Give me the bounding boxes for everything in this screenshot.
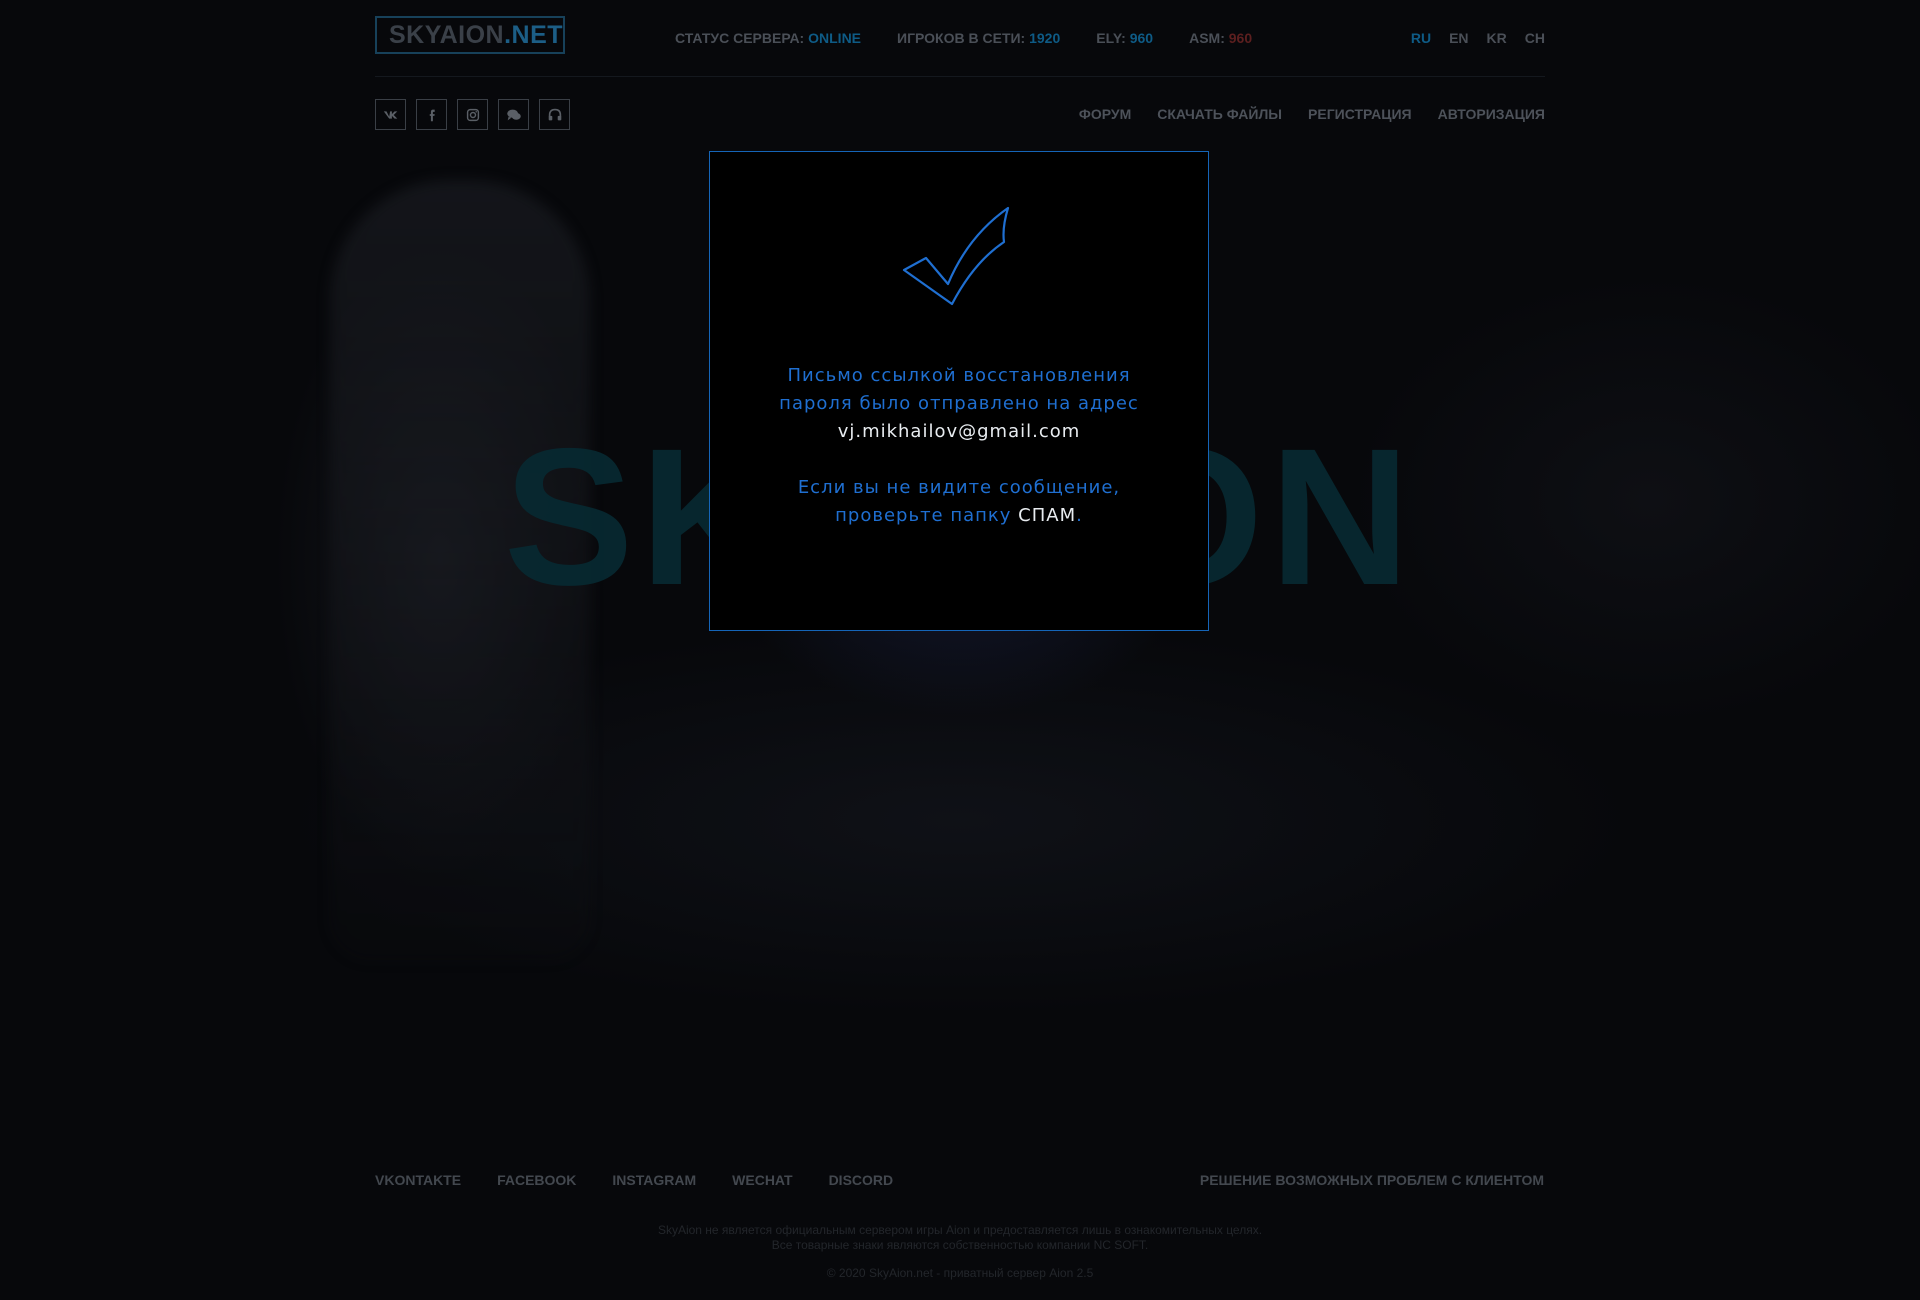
modal-line-4-prefix: проверьте папку — [835, 505, 1019, 526]
footer-link-facebook[interactable]: FACEBOOK — [497, 1172, 576, 1188]
site-logo[interactable]: SKYAION.NET — [375, 16, 565, 54]
checkmark-icon — [902, 206, 1010, 306]
ely-count: ELY: 960 — [1096, 30, 1153, 46]
asm-count: ASM: 960 — [1189, 30, 1252, 46]
players-online-value: 1920 — [1029, 30, 1061, 46]
modal-line-1: Письмо ссылкой восстановления — [787, 365, 1131, 386]
logo-main-text: SKYAION — [389, 21, 505, 49]
instagram-icon[interactable] — [457, 99, 488, 130]
server-status-label: СТАТУС СЕРВЕРА: — [675, 30, 805, 46]
modal-spam-highlight: СПАМ — [1018, 505, 1077, 526]
footer-copyright: © 2020 SkyAion.net - приватный сервер Ai… — [826, 1266, 1094, 1280]
footer-social-links: VKONTAKTE FACEBOOK INSTAGRAM WECHAT DISC… — [375, 1172, 893, 1188]
vk-icon[interactable] — [375, 99, 406, 130]
nav-download-files[interactable]: СКАЧАТЬ ФАЙЛЫ — [1157, 106, 1282, 122]
footer-link-vkontakte[interactable]: VKONTAKTE — [375, 1172, 461, 1188]
ely-label: ELY: — [1096, 30, 1126, 46]
footer-support-link[interactable]: РЕШЕНИЕ ВОЗМОЖНЫХ ПРОБЛЕМ С КЛИЕНТОМ — [1200, 1172, 1544, 1188]
asm-value: 960 — [1228, 30, 1253, 46]
ely-value: 960 — [1129, 30, 1154, 46]
logo-suffix-text: .NET — [504, 21, 564, 49]
modal-line-4-suffix: . — [1076, 505, 1083, 526]
facebook-icon[interactable] — [416, 99, 447, 130]
nav-forum[interactable]: ФОРУМ — [1079, 106, 1131, 122]
nav-login[interactable]: АВТОРИЗАЦИЯ — [1438, 106, 1545, 122]
footer-link-wechat[interactable]: WECHAT — [732, 1172, 792, 1188]
footer-disclaimer-2: Все товарные знаки являются собственност… — [771, 1238, 1149, 1252]
modal-line-2: пароля было отправлено на адрес — [779, 393, 1139, 414]
server-status-value: ONLINE — [808, 30, 862, 46]
language-switcher: RU EN KR CH — [1411, 30, 1545, 46]
modal-line-3: Если вы не видите сообщение, — [797, 477, 1121, 498]
players-online: ИГРОКОВ В СЕТИ: 1920 — [897, 30, 1060, 46]
lang-ru[interactable]: RU — [1411, 30, 1431, 46]
modal-line-4: проверьте папку СПАМ. — [710, 502, 1208, 530]
main-nav: ФОРУМ СКАЧАТЬ ФАЙЛЫ РЕГИСТРАЦИЯ АВТОРИЗА… — [1079, 106, 1545, 122]
headset-icon[interactable] — [539, 99, 570, 130]
server-status: СТАТУС СЕРВЕРА: ONLINE — [675, 30, 861, 46]
modal-email: vj.mikhailov@gmail.com — [837, 421, 1081, 442]
footer-link-instagram[interactable]: INSTAGRAM — [612, 1172, 696, 1188]
lang-ch[interactable]: CH — [1525, 30, 1545, 46]
asm-label: ASM: — [1189, 30, 1225, 46]
footer-link-discord[interactable]: DISCORD — [829, 1172, 894, 1188]
top-bar: SKYAION.NET СТАТУС СЕРВЕРА: ONLINE ИГРОК… — [375, 14, 1545, 77]
lang-en[interactable]: EN — [1449, 30, 1468, 46]
social-icons — [375, 99, 570, 130]
lang-kr[interactable]: KR — [1487, 30, 1507, 46]
footer-disclaimer-1: SkyAion не является официальным сервером… — [657, 1223, 1263, 1237]
chat-icon[interactable] — [498, 99, 529, 130]
password-reset-sent-modal: Письмо ссылкой восстановления пароля был… — [709, 151, 1209, 631]
server-status-bar: СТАТУС СЕРВЕРА: ONLINE ИГРОКОВ В СЕТИ: 1… — [675, 30, 1252, 46]
players-online-label: ИГРОКОВ В СЕТИ: — [897, 30, 1026, 46]
nav-registration[interactable]: РЕГИСТРАЦИЯ — [1308, 106, 1412, 122]
modal-message-spam-hint: Если вы не видите сообщение, проверьте п… — [710, 474, 1208, 530]
modal-message-sent: Письмо ссылкой восстановления пароля был… — [710, 362, 1208, 446]
